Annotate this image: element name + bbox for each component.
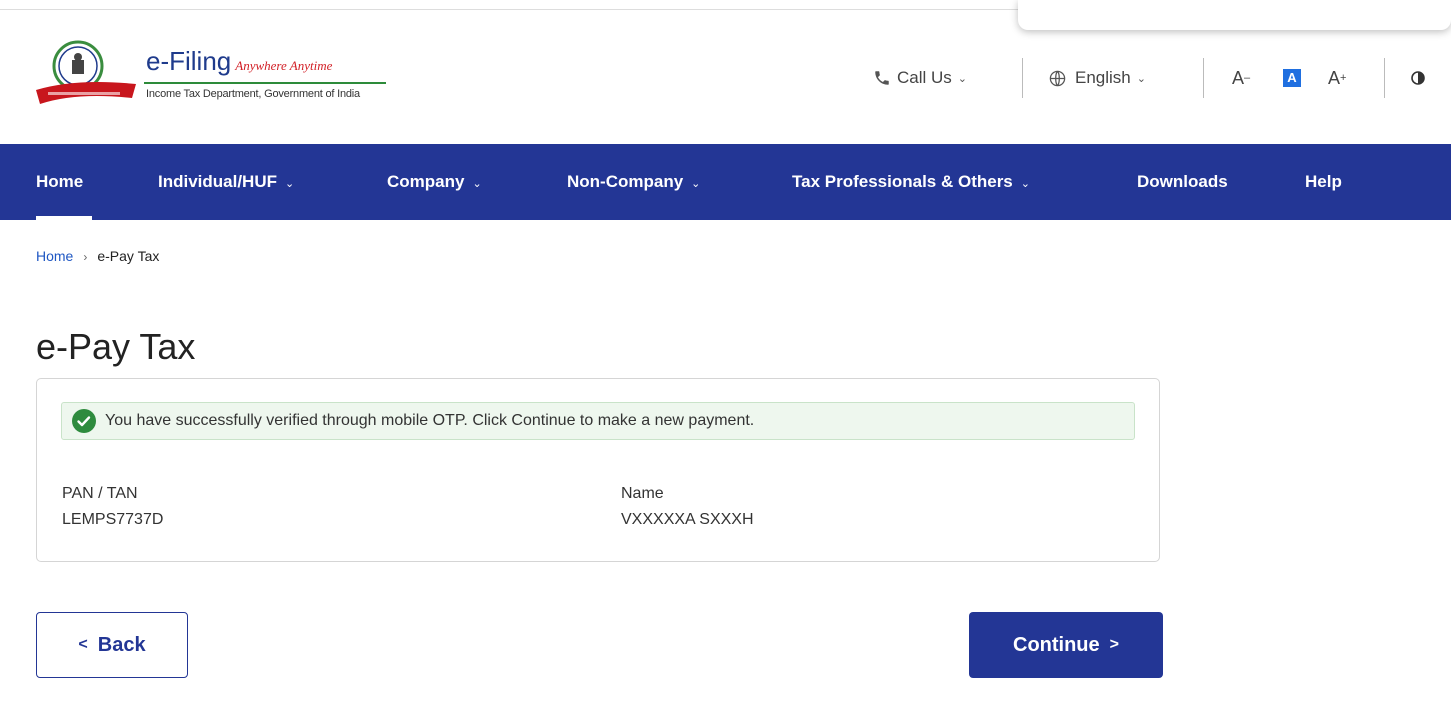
minus-icon: – [1244, 72, 1251, 84]
breadcrumb: Home › e-Pay Tax [36, 248, 159, 264]
nav-item-downloads[interactable]: Downloads [1137, 172, 1228, 192]
font-increase-label: A [1328, 67, 1341, 88]
call-us-dropdown[interactable]: Call Us ⌄ [873, 66, 967, 90]
pan-label: PAN / TAN [62, 485, 138, 502]
back-label: Back [97, 633, 146, 656]
chevron-right-icon: › [83, 250, 88, 264]
emblem-logo-icon[interactable] [36, 38, 136, 110]
plus-icon: + [1340, 72, 1347, 84]
nav-label: Tax Professionals & Others [792, 172, 1013, 191]
nav-item-tax-professionals[interactable]: Tax Professionals & Others ⌄ [792, 172, 1030, 192]
chevron-down-icon: ⌄ [1020, 178, 1030, 190]
success-message: You have successfully verified through m… [105, 412, 755, 429]
header-separator [1203, 58, 1204, 98]
brand-name: e-Filing [146, 46, 232, 76]
name-label: Name [621, 485, 664, 502]
nav-item-individual-huf[interactable]: Individual/HUF ⌄ [158, 172, 294, 192]
top-divider [0, 9, 1018, 10]
pan-value: LEMPS7737D [62, 511, 164, 528]
language-dropdown[interactable]: English ⌄ [1048, 66, 1146, 90]
main-nav: Home Individual/HUF ⌄ Company ⌄ Non-Compan… [0, 144, 1451, 220]
phone-icon [875, 71, 889, 85]
header-separator [1022, 58, 1023, 98]
globe-icon [1049, 70, 1066, 86]
check-circle-icon [72, 409, 96, 433]
nav-item-home[interactable]: Home [36, 172, 83, 192]
nav-label: Home [36, 172, 84, 191]
call-us-label: Call Us [897, 68, 952, 87]
nav-item-company[interactable]: Company ⌄ [387, 172, 482, 192]
brand-tagline: Anywhere Anytime [235, 58, 333, 73]
chevron-right-icon: > [1109, 636, 1119, 653]
verification-card: You have successfully verified through m… [36, 378, 1160, 562]
top-popup-panel [1018, 0, 1451, 30]
nav-label: Company [387, 172, 465, 191]
header-separator [1384, 58, 1385, 98]
breadcrumb-home-link[interactable]: Home [36, 248, 73, 264]
chevron-down-icon: ⌄ [957, 72, 968, 85]
nav-label: Non-Company [567, 172, 684, 191]
chevron-down-icon: ⌄ [472, 178, 482, 190]
continue-label: Continue [1013, 633, 1100, 656]
chevron-down-icon: ⌄ [691, 178, 701, 190]
font-increase-button[interactable]: A + [1328, 66, 1346, 90]
language-label: English [1075, 68, 1131, 87]
chevron-down-icon: ⌄ [1136, 72, 1146, 85]
name-value: VXXXXXA SXXXH [621, 511, 754, 528]
nav-label: Individual/HUF [158, 172, 277, 191]
brand-title[interactable]: e-Filing Anywhere Anytime [146, 46, 332, 77]
nav-label: Help [1305, 172, 1342, 191]
page-title: e-Pay Tax [36, 326, 196, 367]
brand-underline [144, 82, 386, 84]
success-alert: You have successfully verified through m… [61, 402, 1135, 440]
font-decrease-button[interactable]: A – [1232, 66, 1250, 90]
font-default-button[interactable]: A [1283, 66, 1301, 90]
nav-label: Downloads [1137, 172, 1228, 191]
brand-subtitle: Income Tax Department, Government of Ind… [146, 88, 360, 100]
chevron-left-icon: < [78, 636, 88, 653]
chevron-down-icon: ⌄ [285, 178, 295, 190]
nav-item-non-company[interactable]: Non-Company ⌄ [567, 172, 700, 192]
nav-item-help[interactable]: Help [1305, 172, 1342, 192]
active-nav-indicator [36, 216, 92, 220]
font-default-label: A [1283, 69, 1301, 87]
breadcrumb-current: e-Pay Tax [97, 248, 160, 264]
font-decrease-label: A [1232, 67, 1245, 88]
contrast-icon [1411, 71, 1425, 85]
back-button[interactable]: < Back [36, 612, 188, 678]
contrast-toggle[interactable] [1410, 66, 1426, 90]
continue-button[interactable]: Continue > [969, 612, 1163, 678]
